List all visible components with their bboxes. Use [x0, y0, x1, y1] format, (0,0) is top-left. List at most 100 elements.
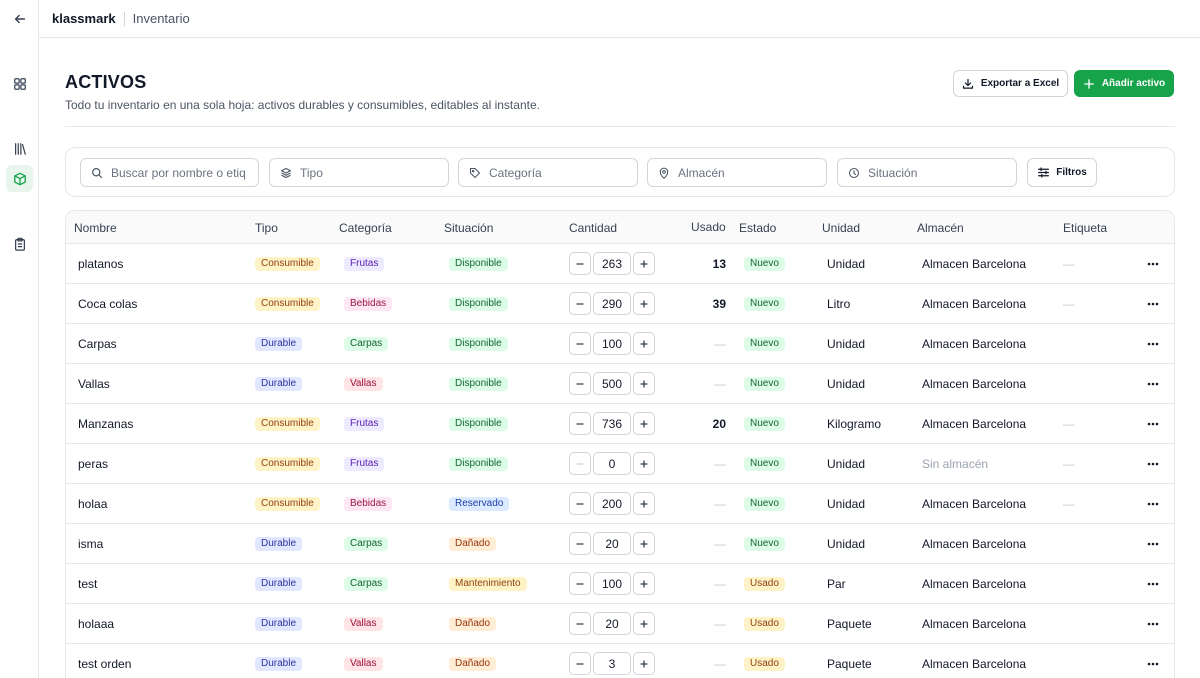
column-header[interactable]: Cantidad — [569, 221, 617, 235]
breadcrumb[interactable]: Inventario — [133, 11, 190, 26]
categoria-badge[interactable]: Carpas — [344, 336, 389, 351]
tipo-badge[interactable]: Durable — [255, 616, 303, 631]
column-header[interactable]: Usado — [691, 220, 726, 234]
tipo-badge[interactable]: Durable — [255, 576, 303, 591]
more-options-icon[interactable] — [1146, 497, 1160, 511]
almacen-cell[interactable]: Almacen Barcelona — [922, 604, 1026, 643]
situacion-badge[interactable]: Disponible — [449, 456, 508, 471]
decrement-button[interactable] — [569, 492, 591, 515]
decrement-button[interactable] — [569, 292, 591, 315]
table-row[interactable]: test Durable Carpas Mantenimiento 100 — Usado P… — [66, 564, 1174, 604]
categoria-badge[interactable]: Carpas — [344, 576, 389, 591]
estado-badge[interactable]: Nuevo — [744, 536, 785, 551]
tipo-filter[interactable]: Tipo — [269, 158, 449, 187]
more-options-icon[interactable] — [1146, 537, 1160, 551]
almacen-cell[interactable]: Almacen Barcelona — [922, 524, 1026, 563]
back-arrow-icon[interactable] — [6, 5, 33, 32]
estado-badge[interactable]: Nuevo — [744, 456, 785, 471]
situacion-badge[interactable]: Disponible — [449, 376, 508, 391]
quantity-input[interactable]: 20 — [593, 532, 631, 555]
more-options-icon[interactable] — [1146, 617, 1160, 631]
column-header[interactable]: Categoría — [339, 221, 392, 235]
table-row[interactable]: Coca colas Consumible Bebidas Disponible 290… — [66, 284, 1174, 324]
tipo-badge[interactable]: Consumible — [255, 456, 320, 471]
quantity-input[interactable]: 0 — [593, 452, 631, 475]
etiqueta-cell[interactable]: — — [1063, 244, 1075, 283]
inventory-box-icon[interactable] — [6, 165, 33, 192]
increment-button[interactable] — [633, 492, 655, 515]
filters-button[interactable]: Filtros — [1027, 158, 1097, 187]
quantity-input[interactable]: 736 — [593, 412, 631, 435]
unidad-cell[interactable]: Kilogramo — [827, 404, 881, 443]
column-header[interactable]: Unidad — [822, 221, 860, 235]
increment-button[interactable] — [633, 612, 655, 635]
quantity-input[interactable]: 500 — [593, 372, 631, 395]
tipo-badge[interactable]: Durable — [255, 336, 303, 351]
increment-button[interactable] — [633, 452, 655, 475]
estado-badge[interactable]: Nuevo — [744, 416, 785, 431]
situacion-badge[interactable]: Mantenimiento — [449, 576, 527, 591]
almacen-cell[interactable]: Almacen Barcelona — [922, 284, 1026, 323]
asset-name[interactable]: isma — [78, 524, 103, 563]
almacen-cell[interactable]: Almacen Barcelona — [922, 564, 1026, 603]
unidad-cell[interactable]: Par — [827, 564, 846, 603]
situacion-badge[interactable]: Reservado — [449, 496, 510, 511]
search-field[interactable] — [80, 158, 259, 187]
increment-button[interactable] — [633, 292, 655, 315]
asset-name[interactable]: Coca colas — [78, 284, 137, 323]
asset-name[interactable]: holaa — [78, 484, 107, 523]
estado-badge[interactable]: Nuevo — [744, 336, 785, 351]
table-row[interactable]: Manzanas Consumible Frutas Disponible 736 20 N… — [66, 404, 1174, 444]
clipboard-icon[interactable] — [6, 230, 33, 257]
increment-button[interactable] — [633, 652, 655, 675]
unidad-cell[interactable]: Unidad — [827, 444, 865, 483]
decrement-button[interactable] — [569, 372, 591, 395]
asset-name[interactable]: platanos — [78, 244, 123, 283]
asset-name[interactable]: Vallas — [78, 364, 110, 403]
brand-name[interactable]: klassmark — [52, 11, 116, 26]
quantity-input[interactable]: 290 — [593, 292, 631, 315]
almacen-cell[interactable]: Almacen Barcelona — [922, 244, 1026, 283]
table-row[interactable]: isma Durable Carpas Dañado 20 — Nuevo Unidad Alm… — [66, 524, 1174, 564]
asset-name[interactable]: test — [78, 564, 97, 603]
estado-badge[interactable]: Usado — [744, 656, 785, 671]
column-header[interactable]: Nombre — [74, 221, 117, 235]
decrement-button[interactable] — [569, 532, 591, 555]
estado-badge[interactable]: Usado — [744, 576, 785, 591]
library-icon[interactable] — [6, 135, 33, 162]
column-header[interactable]: Tipo — [255, 221, 278, 235]
categoria-badge[interactable]: Frutas — [344, 416, 385, 431]
categoria-badge[interactable]: Frutas — [344, 456, 385, 471]
situacion-badge[interactable]: Disponible — [449, 416, 508, 431]
table-row[interactable]: holaaa Durable Vallas Dañado 20 — Usado Paquete… — [66, 604, 1174, 644]
increment-button[interactable] — [633, 412, 655, 435]
decrement-button[interactable] — [569, 572, 591, 595]
situacion-badge[interactable]: Disponible — [449, 336, 508, 351]
quantity-input[interactable]: 3 — [593, 652, 631, 675]
table-row[interactable]: Vallas Durable Vallas Disponible 500 — Nuevo Un… — [66, 364, 1174, 404]
estado-badge[interactable]: Nuevo — [744, 296, 785, 311]
categoria-badge[interactable]: Vallas — [344, 376, 383, 391]
etiqueta-cell[interactable]: — — [1063, 404, 1075, 443]
asset-name[interactable]: Carpas — [78, 324, 117, 363]
tipo-badge[interactable]: Durable — [255, 376, 303, 391]
column-header[interactable]: Estado — [739, 221, 776, 235]
almacen-cell[interactable]: Almacen Barcelona — [922, 484, 1026, 523]
unidad-cell[interactable]: Unidad — [827, 364, 865, 403]
asset-name[interactable]: Manzanas — [78, 404, 133, 443]
decrement-button[interactable] — [569, 252, 591, 275]
etiqueta-cell[interactable]: — — [1063, 444, 1075, 483]
table-row[interactable]: holaa Consumible Bebidas Reservado 200 — Nuevo… — [66, 484, 1174, 524]
unidad-cell[interactable]: Paquete — [827, 644, 872, 678]
tipo-badge[interactable]: Durable — [255, 536, 303, 551]
more-options-icon[interactable] — [1146, 577, 1160, 591]
asset-name[interactable]: test orden — [78, 644, 131, 678]
table-row[interactable]: Carpas Durable Carpas Disponible 100 — Nuevo Un… — [66, 324, 1174, 364]
table-row[interactable]: test orden Durable Vallas Dañado 3 — Usado Paqu… — [66, 644, 1174, 678]
column-header[interactable]: Situación — [444, 221, 493, 235]
estado-badge[interactable]: Nuevo — [744, 256, 785, 271]
more-options-icon[interactable] — [1146, 657, 1160, 671]
more-options-icon[interactable] — [1146, 377, 1160, 391]
search-input[interactable] — [111, 165, 246, 180]
categoria-badge[interactable]: Vallas — [344, 616, 383, 631]
